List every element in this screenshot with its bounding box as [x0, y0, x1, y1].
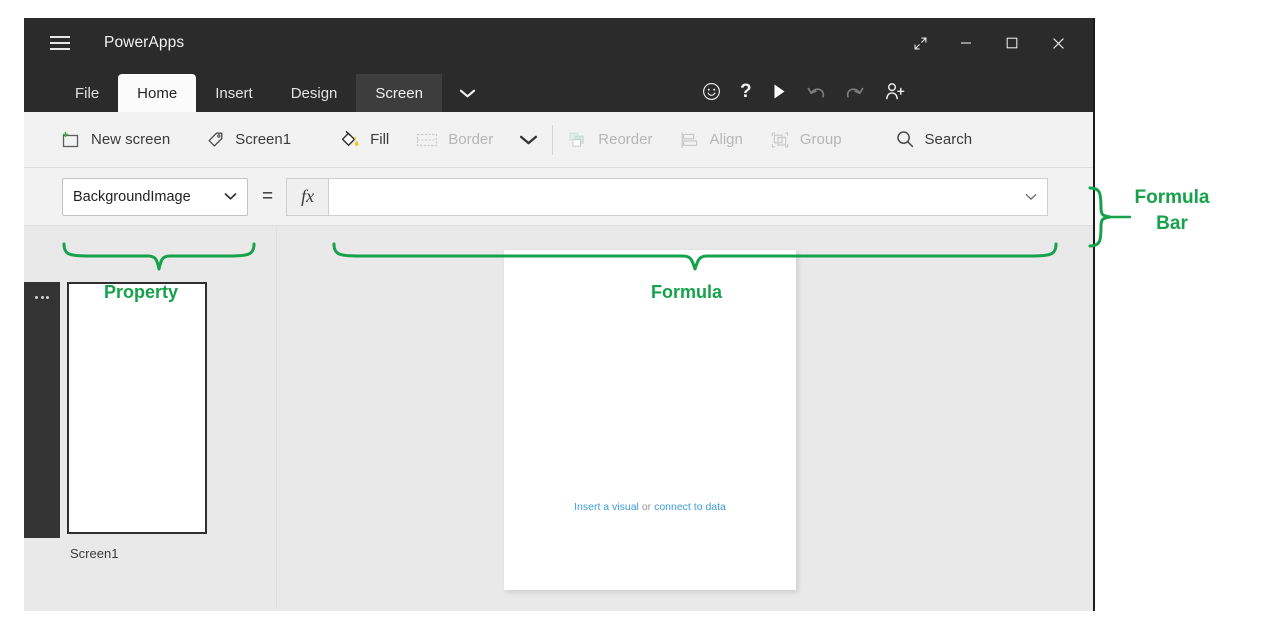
minimize-button[interactable] [943, 18, 989, 68]
ribbon-tab-bar: File Home Insert Design Screen ? [24, 68, 1093, 112]
formula-expand-chevron-down-icon[interactable] [1025, 190, 1037, 204]
expand-arrows-icon [914, 37, 926, 49]
group-button: Group [769, 130, 842, 150]
search-icon [896, 131, 913, 148]
undo-arrow-icon [807, 87, 824, 98]
editor-body: Screen1 Insert a visual or connect to da… [24, 226, 1093, 609]
screen-selector-button[interactable]: Screen1 [204, 130, 291, 150]
smiley-face-icon [703, 82, 720, 100]
property-dropdown[interactable]: BackgroundImage [62, 177, 248, 216]
insert-visual-link[interactable]: Insert a visual [574, 501, 639, 513]
redo-arrow-icon [846, 87, 864, 98]
command-toolbar: New screen Screen1 Fill Border Reorder A… [24, 112, 1093, 168]
style-more-chevron-button[interactable] [519, 134, 538, 146]
chevron-down-glyph [224, 192, 237, 200]
ribbon-overflow-chevron-down-icon[interactable] [442, 74, 493, 112]
play-preview-icon[interactable] [771, 83, 787, 100]
border-label: Border [448, 131, 494, 148]
tab-screen[interactable]: Screen [356, 74, 442, 112]
powerapps-window: PowerApps File Home Insert Design Screen… [24, 18, 1095, 611]
property-value: BackgroundImage [73, 188, 191, 205]
tab-home[interactable]: Home [118, 74, 197, 112]
new-screen-button[interactable]: New screen [60, 130, 170, 150]
search-label: Search [924, 131, 973, 148]
fill-label: Fill [370, 131, 390, 148]
align-icon [682, 131, 698, 148]
align-button: Align [678, 130, 743, 150]
app-canvas-screen[interactable]: Insert a visual or connect to data [504, 250, 796, 590]
title-bar: PowerApps [24, 18, 1093, 68]
reorder-label: Reorder [598, 131, 653, 148]
toolbar-divider [552, 124, 554, 155]
new-screen-label: New screen [91, 131, 171, 148]
play-triangle-icon [774, 84, 785, 98]
hint-conjunction: or [641, 501, 652, 513]
reorder-icon [569, 132, 584, 147]
align-label: Align [709, 131, 743, 148]
border-button: Border [415, 131, 493, 149]
tag-icon [208, 132, 223, 147]
screen-thumbnail-label: Screen1 [70, 546, 119, 561]
reorder-button: Reorder [567, 130, 652, 150]
connect-to-data-link[interactable]: connect to data [654, 501, 726, 513]
ribbon-quick-actions: ? [702, 74, 905, 108]
search-button[interactable]: Search [894, 129, 973, 150]
paint-bucket-icon [341, 130, 359, 146]
tab-insert[interactable]: Insert [196, 74, 272, 112]
close-button[interactable] [1035, 18, 1081, 68]
thumbnail-strip [24, 282, 60, 538]
window-controls [897, 18, 1093, 68]
tab-file[interactable]: File [56, 74, 118, 112]
maximize-icon [1006, 37, 1018, 49]
group-icon [771, 132, 789, 147]
restore-expand-button[interactable] [897, 18, 943, 68]
ellipsis-icon[interactable] [35, 296, 49, 538]
app-title: PowerApps [104, 34, 185, 51]
annotation-label-formula: Formula [651, 282, 723, 302]
annotation-label-formula-bar: Formula Bar [1124, 185, 1220, 237]
border-icon [417, 133, 438, 146]
chevron-down-icon [459, 89, 476, 97]
chevron-down-icon [224, 190, 237, 204]
close-icon [1052, 37, 1064, 49]
person-plus-icon [885, 83, 904, 100]
maximize-button[interactable] [989, 18, 1035, 68]
formula-bar: BackgroundImage = fx [24, 168, 1093, 226]
minimize-icon [961, 42, 971, 44]
formula-input[interactable] [328, 177, 1049, 216]
tab-design[interactable]: Design [272, 74, 357, 112]
chevron-down-icon [520, 135, 538, 144]
screen-name-label: Screen1 [235, 131, 292, 148]
redo-icon[interactable] [845, 83, 865, 100]
canvas-empty-hint: Insert a visual or connect to data [504, 501, 796, 513]
undo-icon[interactable] [806, 83, 826, 100]
annotation-formula-bar-line2: Bar [1156, 213, 1188, 234]
new-screen-icon [62, 131, 79, 147]
group-label: Group [799, 131, 842, 148]
chevron-down-glyph [1025, 193, 1037, 200]
share-add-user-icon[interactable] [884, 81, 905, 101]
screen-thumbnail[interactable] [67, 282, 207, 534]
hamburger-menu-icon[interactable] [50, 36, 70, 50]
help-question-icon[interactable]: ? [740, 82, 752, 101]
annotation-formula-bar-line1: Formula [1134, 187, 1210, 208]
fx-button[interactable]: fx [286, 177, 329, 216]
equals-sign: = [262, 185, 274, 207]
help-question-glyph: ? [740, 80, 752, 102]
feedback-smiley-icon[interactable] [702, 82, 721, 101]
annotation-label-property: Property [104, 282, 179, 302]
fill-button[interactable]: Fill [339, 129, 389, 150]
